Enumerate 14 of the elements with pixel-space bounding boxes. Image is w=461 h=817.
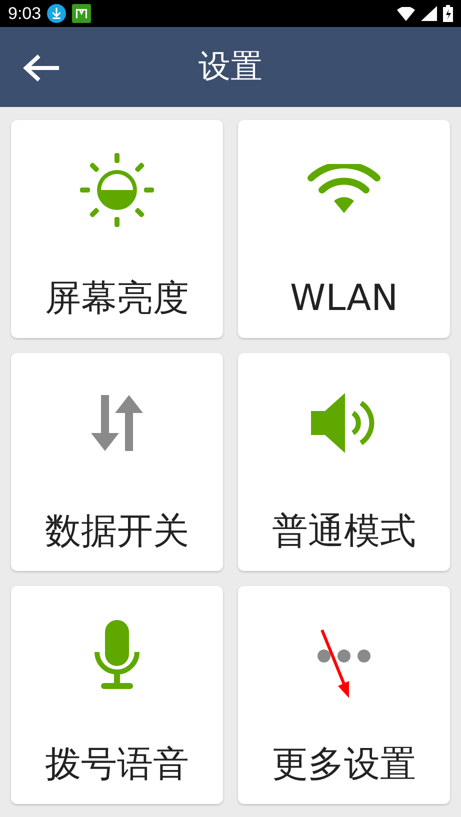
settings-tile[interactable]: 数据开关 bbox=[11, 353, 223, 571]
wifi-signal-icon bbox=[397, 6, 415, 20]
settings-tile[interactable]: 普通模式 bbox=[238, 353, 450, 571]
settings-tile[interactable]: 拨号语音 bbox=[11, 586, 223, 804]
settings-tile[interactable]: 屏幕亮度 bbox=[11, 120, 223, 338]
annotation-arrow bbox=[320, 628, 352, 700]
status-time: 9:03 bbox=[8, 4, 42, 24]
download-icon bbox=[47, 4, 66, 23]
cell-signal-icon bbox=[421, 6, 437, 21]
settings-tile[interactable]: 更多设置 bbox=[238, 586, 450, 804]
settings-tile[interactable]: WLAN bbox=[238, 120, 450, 338]
page-title: 设置 bbox=[198, 46, 262, 87]
app-notification-icon bbox=[72, 4, 92, 23]
battery-icon bbox=[443, 5, 453, 22]
